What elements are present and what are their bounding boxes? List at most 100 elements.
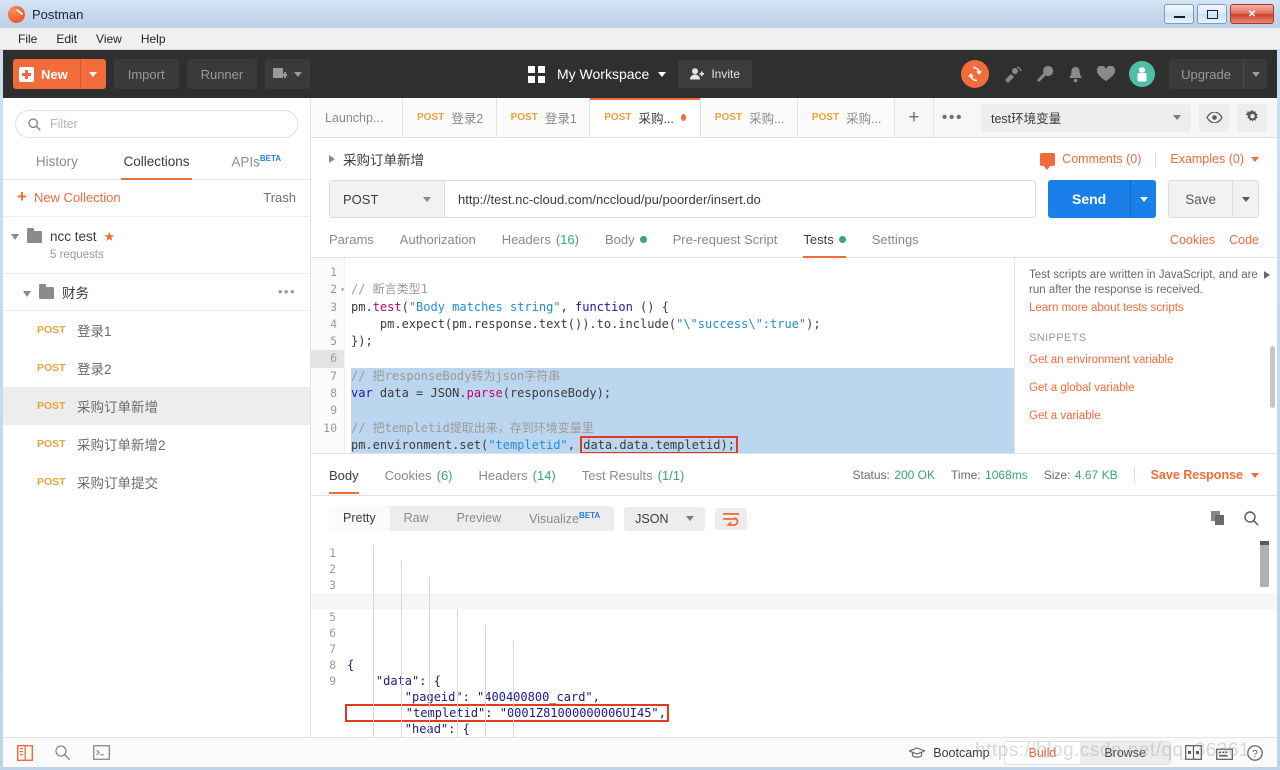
menu-file[interactable]: File (10, 30, 45, 48)
sidebar-request-denglu1[interactable]: POST 登录1 (3, 311, 310, 349)
tabs-more-button[interactable]: ••• (934, 98, 971, 137)
search-icon[interactable] (55, 744, 71, 761)
menu-help[interactable]: Help (133, 30, 174, 48)
folder-caiwu[interactable]: 财务 ••• (3, 274, 310, 311)
tab-apis[interactable]: APIsBETA (206, 146, 306, 179)
upgrade-dropdown-button[interactable] (1243, 59, 1267, 89)
tab-params[interactable]: Params (329, 232, 374, 257)
snippet-get-global-variable[interactable]: Get a global variable (1029, 382, 1261, 394)
wrench-icon[interactable] (1036, 65, 1054, 83)
view-visualize[interactable]: VisualizeBETA (515, 506, 614, 531)
avatar[interactable] (1129, 61, 1156, 87)
new-window-button[interactable] (265, 59, 311, 89)
build-button[interactable]: Build (1004, 741, 1081, 764)
snippets-scrollbar[interactable] (1270, 346, 1275, 408)
method-select[interactable]: POST (329, 180, 444, 218)
response-content[interactable]: { "data": { "pageid": "400400800_card", … (345, 539, 1277, 737)
tab-authorization[interactable]: Authorization (400, 232, 476, 257)
menu-edit[interactable]: Edit (48, 30, 85, 48)
tab-headers[interactable]: Headers (16) (502, 232, 579, 257)
tab-pre-request-script[interactable]: Pre-request Script (673, 232, 778, 257)
bell-icon[interactable] (1068, 66, 1083, 83)
sidebar-request-purchase-order-submit[interactable]: POST 采购订单提交 (3, 463, 310, 501)
sync-button[interactable] (961, 60, 990, 88)
collapse-snippets-icon[interactable] (1264, 271, 1270, 279)
send-dropdown-button[interactable] (1130, 180, 1156, 218)
tab-tests[interactable]: Tests (803, 232, 847, 258)
sidebar-toggle-icon[interactable] (17, 744, 33, 761)
tab-body[interactable]: Body (605, 232, 647, 257)
examples-button[interactable]: Examples (0) (1170, 152, 1259, 166)
runner-button[interactable]: Runner (186, 59, 258, 89)
two-pane-layout-icon[interactable] (1185, 745, 1202, 760)
tab-response-body[interactable]: Body (329, 468, 359, 494)
view-raw[interactable]: Raw (390, 506, 443, 531)
upgrade-button[interactable]: Upgrade (1169, 59, 1267, 89)
satellite-icon[interactable] (1003, 65, 1022, 83)
response-scrollbar[interactable] (1260, 541, 1269, 588)
environment-settings-button[interactable] (1237, 103, 1267, 132)
browse-button[interactable]: Browse (1080, 741, 1170, 764)
save-dropdown-button[interactable] (1232, 181, 1258, 217)
new-button[interactable]: New (13, 59, 106, 89)
collection-ncc-test[interactable]: ncc test ★ 5 requests (3, 217, 310, 274)
minimize-button[interactable] (1164, 4, 1194, 24)
tab-caigou-3[interactable]: POST 采购... (797, 98, 895, 137)
heart-icon[interactable] (1097, 66, 1116, 82)
new-collection-button[interactable]: + New Collection (17, 188, 121, 205)
chevron-down-icon[interactable] (11, 233, 19, 240)
tab-denglu2[interactable]: POST 登录2 (403, 98, 497, 137)
import-button[interactable]: Import (113, 59, 179, 89)
tab-caigou-2[interactable]: POST 采购... (700, 98, 798, 137)
help-icon[interactable]: ? (1247, 744, 1263, 761)
editor-content[interactable]: // 断言类型1 pm.test("Body matches string", f… (345, 258, 1014, 453)
trash-button[interactable]: Trash (263, 190, 296, 205)
save-response-button[interactable]: Save Response (1151, 468, 1259, 482)
maximize-button[interactable] (1197, 4, 1227, 24)
bootcamp-button[interactable]: Bootcamp (909, 746, 990, 760)
code-link[interactable]: Code (1229, 233, 1259, 247)
tests-code-editor[interactable]: 1 2 3 4 5 6 7 8 9 10 // 断言类型1 pm.test("Bo… (311, 258, 1015, 454)
tab-response-cookies[interactable]: Cookies (6) (385, 468, 453, 493)
environment-quick-look-button[interactable] (1199, 103, 1229, 132)
tab-history[interactable]: History (7, 146, 107, 179)
snippet-get-environment-variable[interactable]: Get an environment variable (1029, 354, 1261, 366)
new-tab-button[interactable]: + (895, 98, 934, 137)
tab-test-results[interactable]: Test Results (1/1) (582, 468, 685, 493)
comments-button[interactable]: Comments (0) (1040, 152, 1141, 170)
view-preview[interactable]: Preview (443, 506, 515, 531)
environment-select[interactable]: test环境变量 (981, 103, 1191, 132)
invite-button[interactable]: Invite (678, 60, 752, 88)
workspace-button[interactable]: My Workspace (557, 66, 667, 82)
search-input[interactable]: Filter (15, 110, 298, 138)
cookies-link[interactable]: Cookies (1170, 233, 1215, 247)
tab-settings[interactable]: Settings (872, 232, 919, 257)
save-button[interactable]: Save (1168, 180, 1259, 218)
sidebar-request-purchase-order-new-2[interactable]: POST 采购订单新增2 (3, 425, 310, 463)
sidebar-request-purchase-order-new[interactable]: POST 采购订单新增 (3, 386, 310, 425)
sidebar-request-denglu2[interactable]: POST 登录2 (3, 349, 310, 387)
folder-more-button[interactable]: ••• (278, 284, 296, 299)
learn-more-link[interactable]: Learn more about tests scripts (1029, 302, 1261, 314)
tab-caigou-active[interactable]: POST 采购... (590, 98, 701, 137)
tab-launchpad[interactable]: Launchp... (311, 98, 403, 137)
tab-response-headers[interactable]: Headers (14) (479, 468, 556, 493)
tab-denglu1[interactable]: POST 登录1 (496, 98, 591, 137)
url-input[interactable]: http://test.nc-cloud.com/nccloud/pu/poor… (444, 180, 1036, 218)
chevron-down-icon[interactable] (23, 291, 31, 297)
close-button[interactable]: ✕ (1230, 4, 1274, 24)
keyboard-icon[interactable] (1216, 746, 1233, 760)
search-icon[interactable] (1244, 511, 1259, 526)
new-dropdown-button[interactable] (79, 59, 106, 89)
response-format-select[interactable]: JSON (624, 506, 706, 531)
chevron-right-icon[interactable] (329, 155, 335, 163)
snippet-get-variable[interactable]: Get a variable (1029, 410, 1261, 422)
line-number[interactable]: 2 (311, 281, 345, 299)
console-icon[interactable] (93, 745, 110, 760)
menu-view[interactable]: View (88, 30, 130, 48)
wrap-lines-button[interactable] (715, 507, 748, 530)
copy-icon[interactable] (1211, 511, 1226, 526)
response-body-viewer[interactable]: 1 2 3 4 5 6 7 8 9 (311, 539, 1277, 737)
star-icon[interactable]: ★ (104, 229, 116, 245)
send-button[interactable]: Send (1047, 180, 1157, 218)
